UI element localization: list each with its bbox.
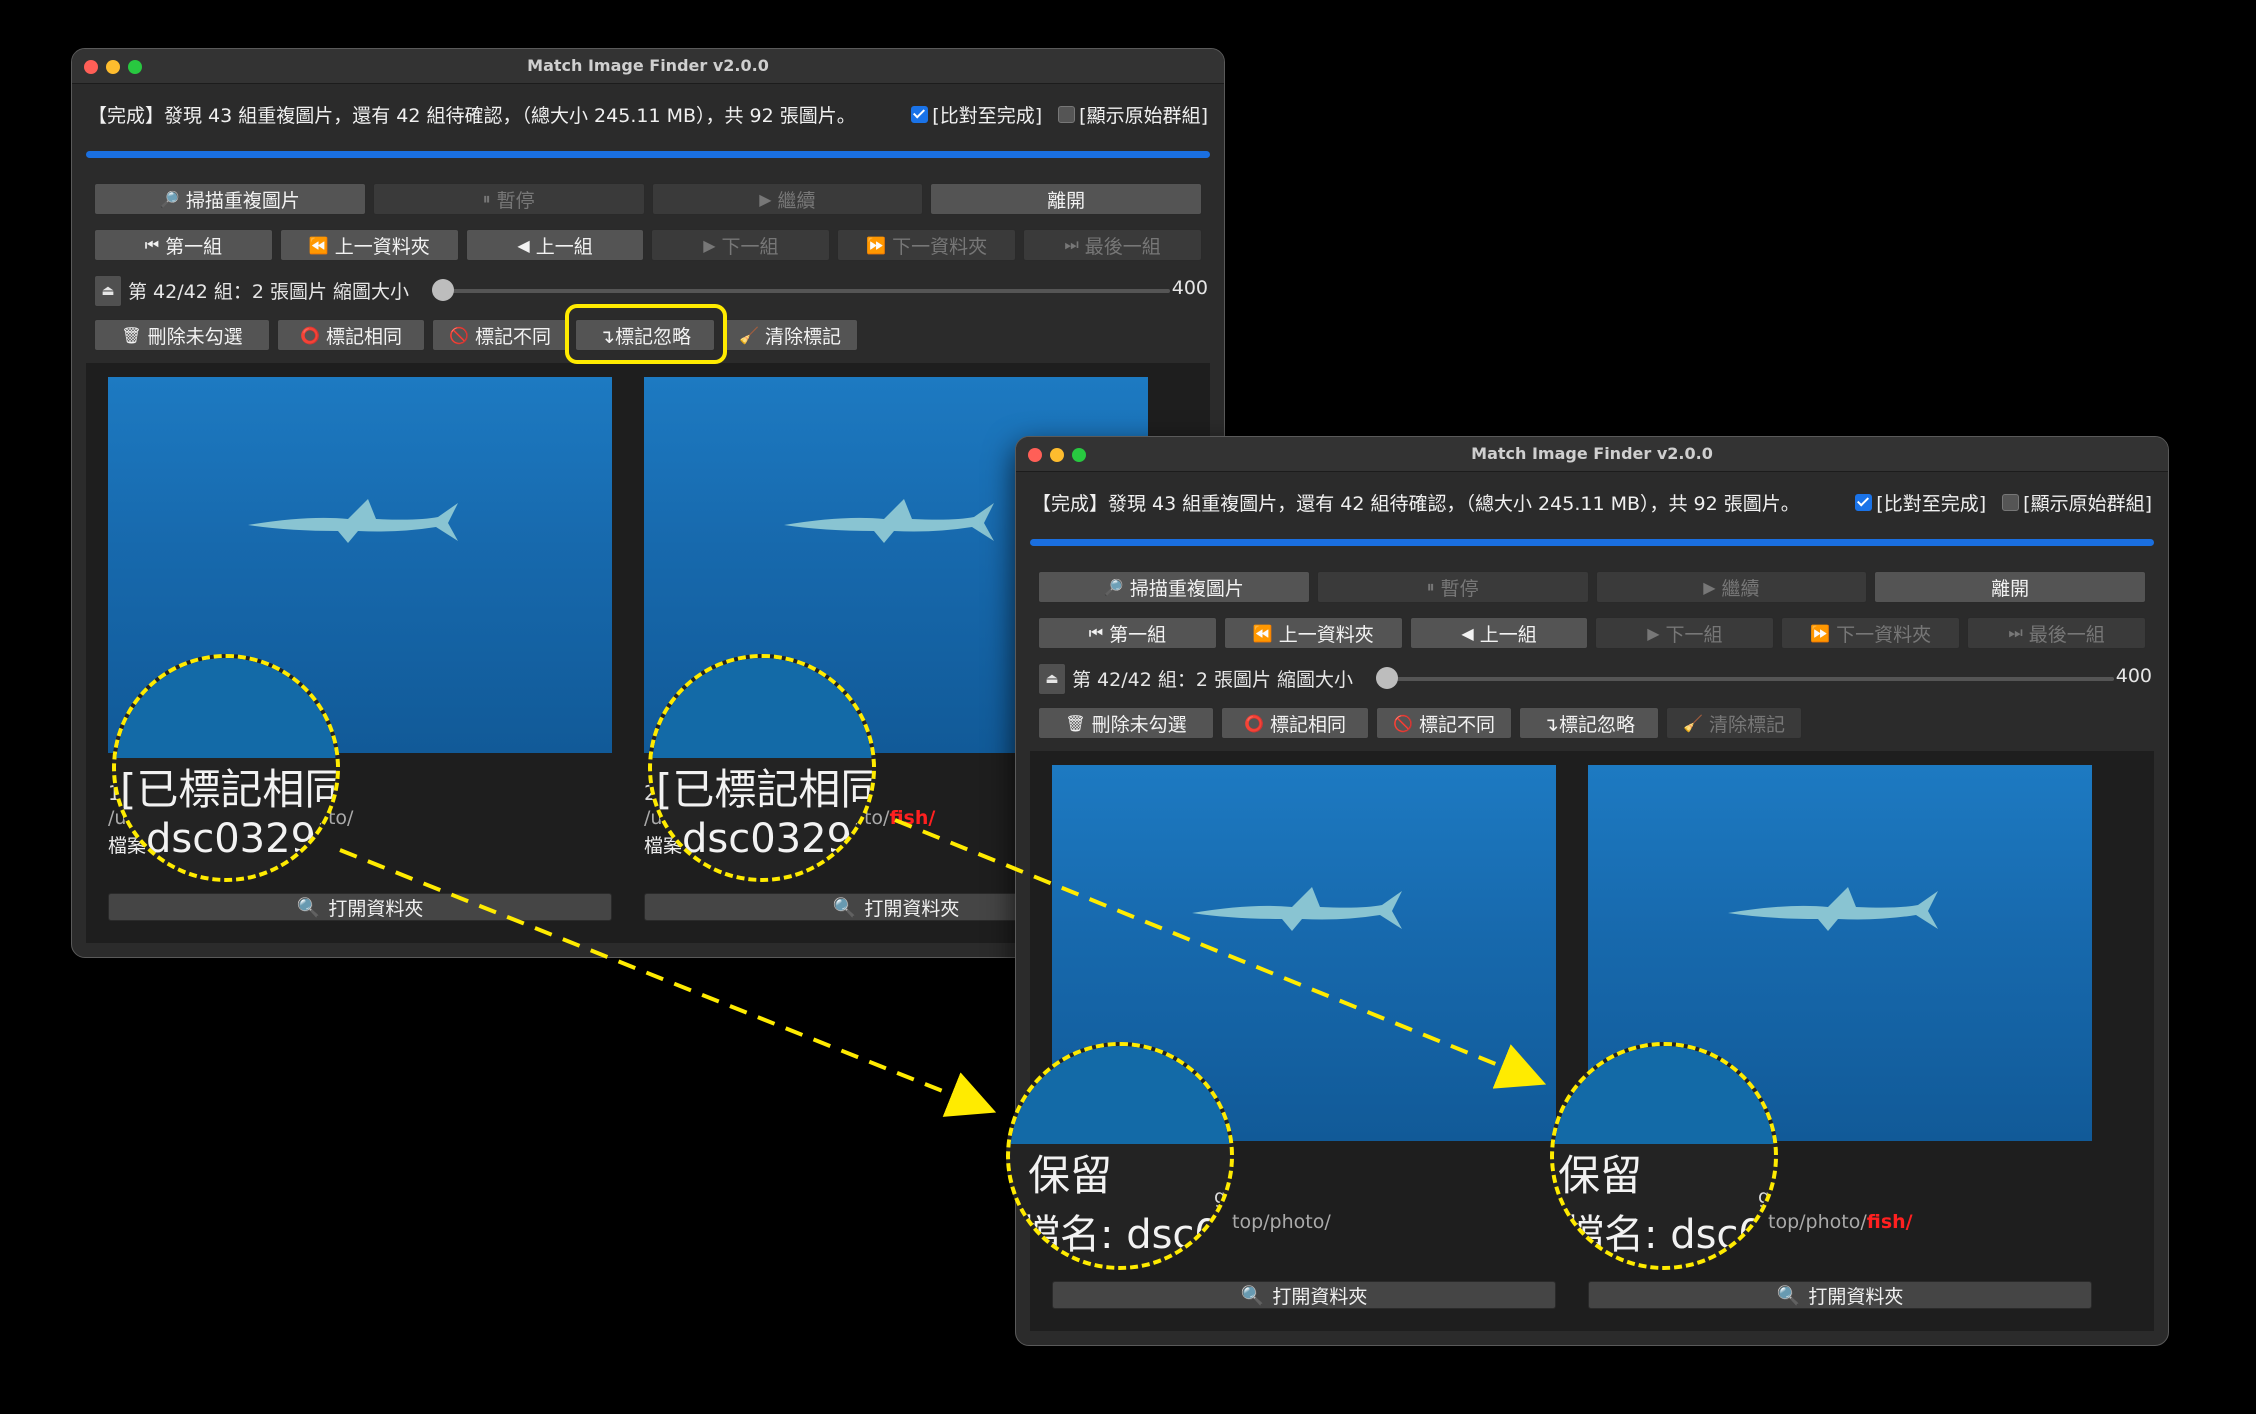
arrow-annotations: [339, 818, 1547, 1117]
arrow-1: [339, 848, 997, 1117]
arrow-2: [894, 818, 1547, 1089]
